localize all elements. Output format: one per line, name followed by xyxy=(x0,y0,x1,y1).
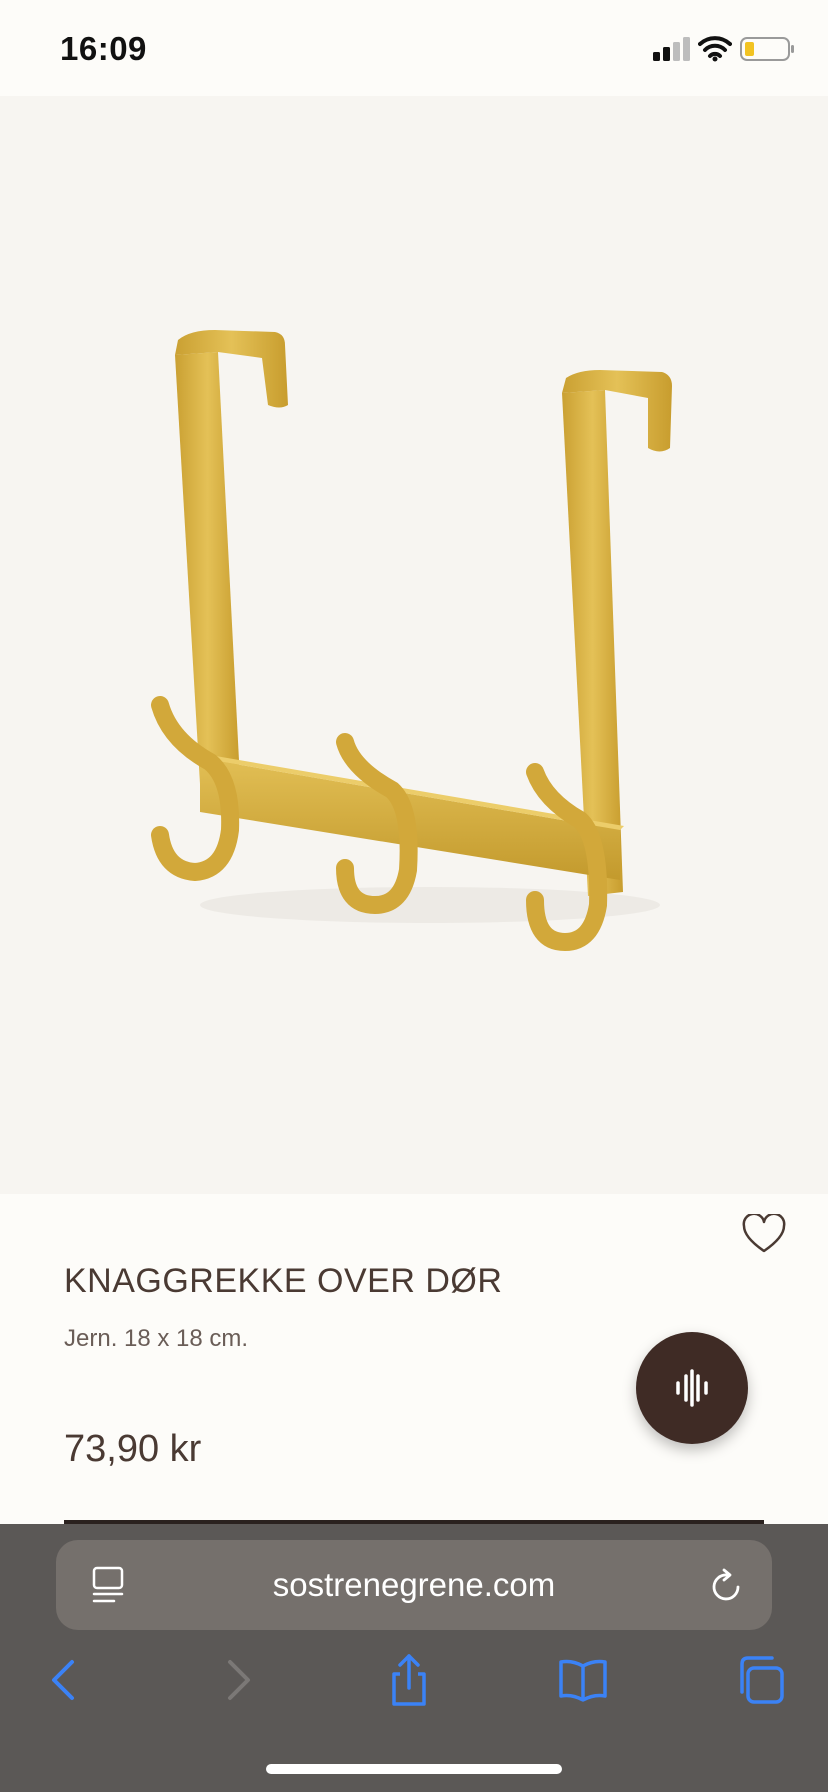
home-indicator[interactable] xyxy=(266,1764,562,1774)
battery-icon xyxy=(740,37,794,61)
back-icon[interactable] xyxy=(40,1652,90,1708)
door-hook-rack-illustration xyxy=(151,330,672,952)
reload-icon[interactable] xyxy=(710,1567,744,1603)
voice-waveform-icon xyxy=(676,1369,708,1407)
voice-assistant-button[interactable] xyxy=(636,1332,748,1444)
product-title: KNAGGREKKE OVER DØR xyxy=(64,1262,503,1300)
wifi-icon xyxy=(698,36,732,62)
product-price: 73,90 kr xyxy=(64,1428,202,1470)
product-description: Jern. 18 x 18 cm. xyxy=(64,1325,249,1352)
forward-icon[interactable] xyxy=(212,1652,262,1708)
product-image[interactable] xyxy=(0,96,828,1194)
share-icon[interactable] xyxy=(384,1652,434,1708)
heart-icon[interactable] xyxy=(742,1214,786,1254)
status-time: 16:09 xyxy=(60,30,147,67)
cellular-signal-icon xyxy=(653,37,690,61)
url-text[interactable]: sostrenegrene.com xyxy=(200,1566,628,1604)
reader-icon[interactable] xyxy=(92,1566,124,1604)
bookmarks-icon[interactable] xyxy=(558,1652,608,1708)
status-bar: 16:09 xyxy=(0,0,828,96)
tabs-icon[interactable] xyxy=(736,1652,786,1708)
